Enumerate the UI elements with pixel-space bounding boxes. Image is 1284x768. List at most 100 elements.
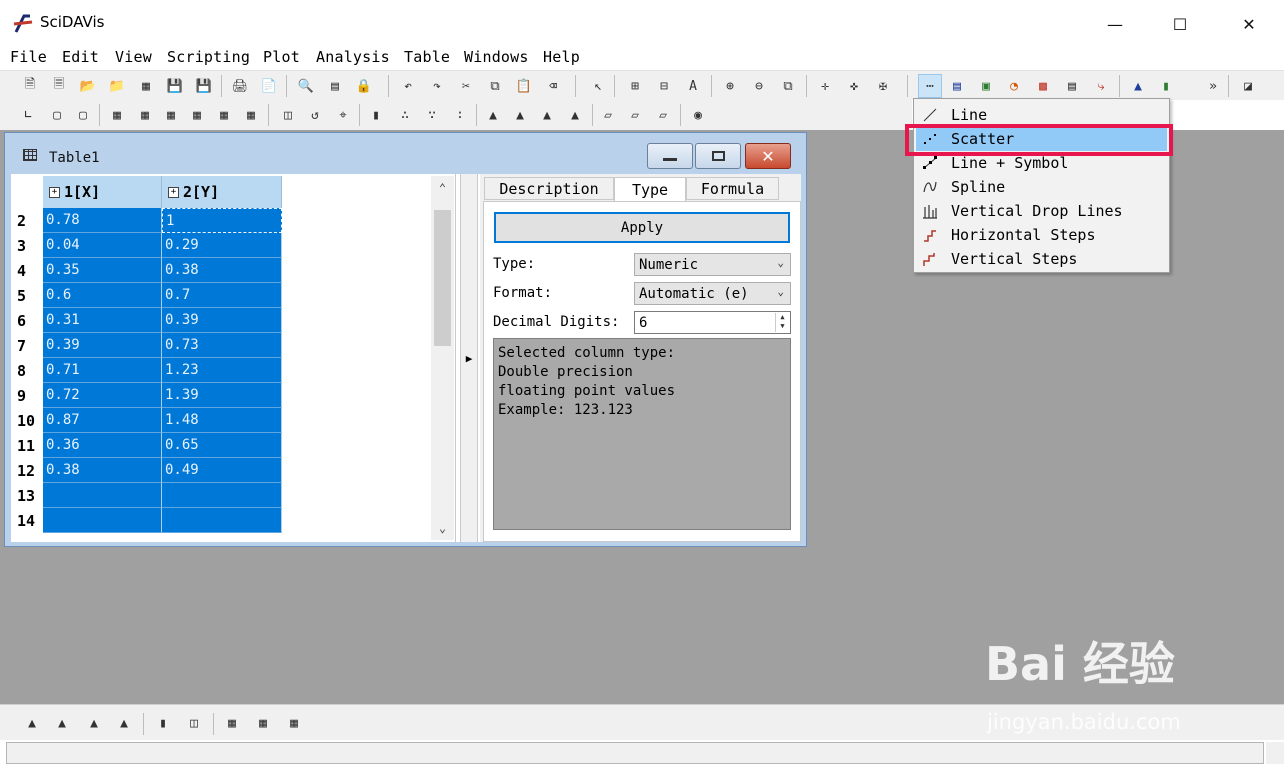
type-select[interactable]: Numeric ⌄ bbox=[634, 253, 791, 276]
scatter-plot-dropdown-icon[interactable]: ⋯ bbox=[918, 74, 942, 98]
table-maximize-button[interactable] bbox=[695, 143, 741, 169]
decimal-digits-spinbox[interactable]: 6 ▲ ▼ bbox=[634, 311, 791, 334]
undo-icon[interactable]: ↶ bbox=[398, 76, 418, 96]
cones-3d-icon[interactable]: ∶ bbox=[450, 105, 470, 125]
no-frame-icon[interactable]: ▢ bbox=[73, 105, 93, 125]
scroll-down-icon[interactable]: ⌄ bbox=[431, 518, 454, 538]
hidden-line-bottom-icon[interactable]: ▲ bbox=[52, 713, 72, 733]
close-button[interactable]: ✕ bbox=[1226, 8, 1272, 40]
scroll-up-icon[interactable]: ⌃ bbox=[431, 178, 454, 198]
print-icon[interactable]: 🖨 bbox=[230, 76, 250, 96]
3d-bars-icon[interactable]: ▮ bbox=[1156, 76, 1176, 96]
row-header[interactable]: 8 bbox=[13, 358, 43, 383]
row-header[interactable]: 6 bbox=[13, 308, 43, 333]
clear-icon[interactable]: ⌫ bbox=[543, 76, 563, 96]
table-cell-y[interactable]: 0.29 bbox=[162, 233, 282, 258]
matrix-icon[interactable]: ▦ bbox=[222, 713, 242, 733]
zoom-in-icon[interactable]: ⊕ bbox=[720, 76, 740, 96]
table-cell-x[interactable]: 0.38 bbox=[43, 458, 162, 483]
grid-floor-icon[interactable]: ▦ bbox=[241, 105, 261, 125]
table-cell-x[interactable]: 0.87 bbox=[43, 408, 162, 433]
toolbar-overflow-icon[interactable]: » bbox=[1203, 76, 1223, 96]
table-cell-x[interactable]: 0.04 bbox=[43, 233, 162, 258]
panel-splitter[interactable]: ▶ bbox=[460, 174, 478, 542]
points-3d-icon[interactable]: ∴ bbox=[395, 105, 415, 125]
mesh-bottom-icon[interactable]: ▲ bbox=[114, 713, 134, 733]
paste-icon[interactable]: 📋 bbox=[514, 76, 534, 96]
arrange-layers-icon[interactable]: ⊟ bbox=[654, 76, 674, 96]
save-icon[interactable]: 💾 bbox=[165, 76, 185, 96]
mesh-polygon-icon[interactable]: ▲ bbox=[565, 105, 585, 125]
crosses-3d-icon[interactable]: ∵ bbox=[422, 105, 442, 125]
row-header[interactable]: 7 bbox=[13, 333, 43, 358]
floor-empty-icon[interactable]: ▱ bbox=[653, 105, 673, 125]
grid-right-icon[interactable]: ▦ bbox=[187, 105, 207, 125]
window-tile-icon[interactable]: ◪ bbox=[1238, 76, 1258, 96]
format-select[interactable]: Automatic (e) ⌄ bbox=[634, 282, 791, 305]
tab-description[interactable]: Description bbox=[484, 177, 614, 200]
data-reader-icon[interactable]: ✛ bbox=[815, 76, 835, 96]
menu-item-spline[interactable]: Spline bbox=[916, 175, 1167, 199]
project-explorer-icon[interactable]: 🔍 bbox=[296, 76, 316, 96]
table-cell-y[interactable]: 1.23 bbox=[162, 358, 282, 383]
bars-bottom-icon[interactable]: ▮ bbox=[153, 713, 173, 733]
new-project-icon[interactable]: 🗎 bbox=[20, 76, 40, 96]
vector-plot-icon[interactable]: ⤷ bbox=[1091, 76, 1111, 96]
copy-icon[interactable]: ⧉ bbox=[485, 76, 505, 96]
open-icon[interactable]: 📂 bbox=[78, 76, 98, 96]
rescale-icon[interactable]: ⧉ bbox=[778, 76, 798, 96]
menu-windows[interactable]: Windows bbox=[464, 48, 529, 66]
table-cell-y[interactable]: 1.39 bbox=[162, 383, 282, 408]
menu-item-horizontal-steps[interactable]: Horizontal Steps bbox=[916, 223, 1167, 247]
table-cell-y[interactable]: 0.49 bbox=[162, 458, 282, 483]
grid-vertical-scrollbar[interactable]: ⌃ ⌄ bbox=[431, 176, 454, 540]
menu-analysis[interactable]: Analysis bbox=[316, 48, 390, 66]
axes-icon[interactable]: ∟ bbox=[18, 105, 38, 125]
table-minimize-button[interactable] bbox=[647, 143, 693, 169]
import-ascii-icon[interactable]: ▦ bbox=[136, 76, 156, 96]
row-header[interactable]: 12 bbox=[13, 458, 43, 483]
lock-icon[interactable]: 🔒 bbox=[354, 76, 374, 96]
row-header[interactable]: 3 bbox=[13, 233, 43, 258]
row-header[interactable]: 2 bbox=[13, 208, 43, 233]
menu-view[interactable]: View bbox=[115, 48, 152, 66]
grid-corner[interactable] bbox=[13, 176, 43, 208]
apply-button[interactable]: Apply bbox=[494, 212, 790, 243]
table-cell-x[interactable]: 0.39 bbox=[43, 333, 162, 358]
menu-table[interactable]: Table bbox=[404, 48, 450, 66]
row-header[interactable]: 4 bbox=[13, 258, 43, 283]
open-template-icon[interactable]: 📁 bbox=[107, 76, 127, 96]
row-header[interactable]: 5 bbox=[13, 283, 43, 308]
table-close-button[interactable]: ✕ bbox=[745, 143, 791, 169]
perspective-icon[interactable]: ◫ bbox=[278, 105, 298, 125]
new-table-icon[interactable]: 🗏 bbox=[49, 76, 69, 96]
wireframe-icon[interactable]: ▲ bbox=[483, 105, 503, 125]
polygon-icon[interactable]: ▲ bbox=[537, 105, 557, 125]
pointer-icon[interactable]: ↖ bbox=[588, 76, 608, 96]
table-cell-y[interactable]: 0.65 bbox=[162, 433, 282, 458]
wireframe-bottom-icon[interactable]: ▲ bbox=[22, 713, 42, 733]
menu-plot[interactable]: Plot bbox=[263, 48, 300, 66]
hidden-line-icon[interactable]: ▲ bbox=[510, 105, 530, 125]
tab-type[interactable]: Type bbox=[614, 177, 686, 202]
table-cell-y[interactable]: 0.73 bbox=[162, 333, 282, 358]
table-cell-y[interactable] bbox=[162, 508, 282, 533]
column-header-y[interactable]: + 2[Y] bbox=[162, 176, 282, 208]
row-header[interactable]: 14 bbox=[13, 508, 43, 533]
pie-chart-icon[interactable]: ◔ bbox=[1004, 76, 1024, 96]
matrix-points-icon[interactable]: ▦ bbox=[284, 713, 304, 733]
menu-file[interactable]: File bbox=[10, 48, 47, 66]
table-cell-x[interactable]: 0.36 bbox=[43, 433, 162, 458]
zoom-out-icon[interactable]: ⊖ bbox=[749, 76, 769, 96]
image-plot-icon[interactable]: ▣ bbox=[976, 76, 996, 96]
table-cell-y[interactable] bbox=[162, 483, 282, 508]
menu-item-vertical-steps[interactable]: Vertical Steps bbox=[916, 247, 1167, 271]
remove-points-icon[interactable]: ✠ bbox=[873, 76, 893, 96]
table-cell-y[interactable]: 0.7 bbox=[162, 283, 282, 308]
polygon-bottom-icon[interactable]: ▲ bbox=[84, 713, 104, 733]
table-cell-x[interactable]: 0.71 bbox=[43, 358, 162, 383]
box-plot-icon[interactable]: ▤ bbox=[1062, 76, 1082, 96]
row-header[interactable]: 13 bbox=[13, 483, 43, 508]
histogram-icon[interactable]: ▩ bbox=[1033, 76, 1053, 96]
minimize-button[interactable]: — bbox=[1092, 8, 1138, 40]
